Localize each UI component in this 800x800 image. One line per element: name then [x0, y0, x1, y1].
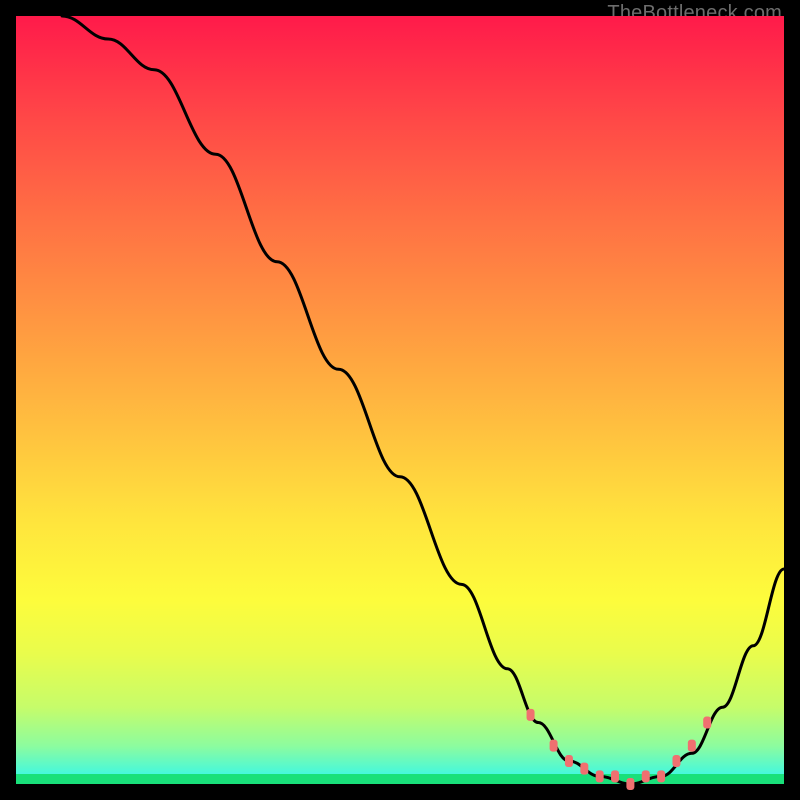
- chart-curve: [62, 16, 784, 784]
- chart-marker: [703, 717, 711, 729]
- chart-marker: [565, 755, 573, 767]
- chart-marker: [672, 755, 680, 767]
- chart-marker: [626, 778, 634, 790]
- chart-marker: [688, 740, 696, 752]
- chart-marker: [657, 770, 665, 782]
- chart-marker: [642, 770, 650, 782]
- chart-marker: [611, 770, 619, 782]
- chart-marker: [580, 763, 588, 775]
- chart-markers-group: [527, 709, 712, 790]
- chart-svg: [16, 16, 784, 784]
- chart-line-group: [62, 16, 784, 784]
- chart-frame: [16, 16, 784, 784]
- chart-marker: [527, 709, 535, 721]
- chart-marker: [550, 740, 558, 752]
- chart-marker: [596, 770, 604, 782]
